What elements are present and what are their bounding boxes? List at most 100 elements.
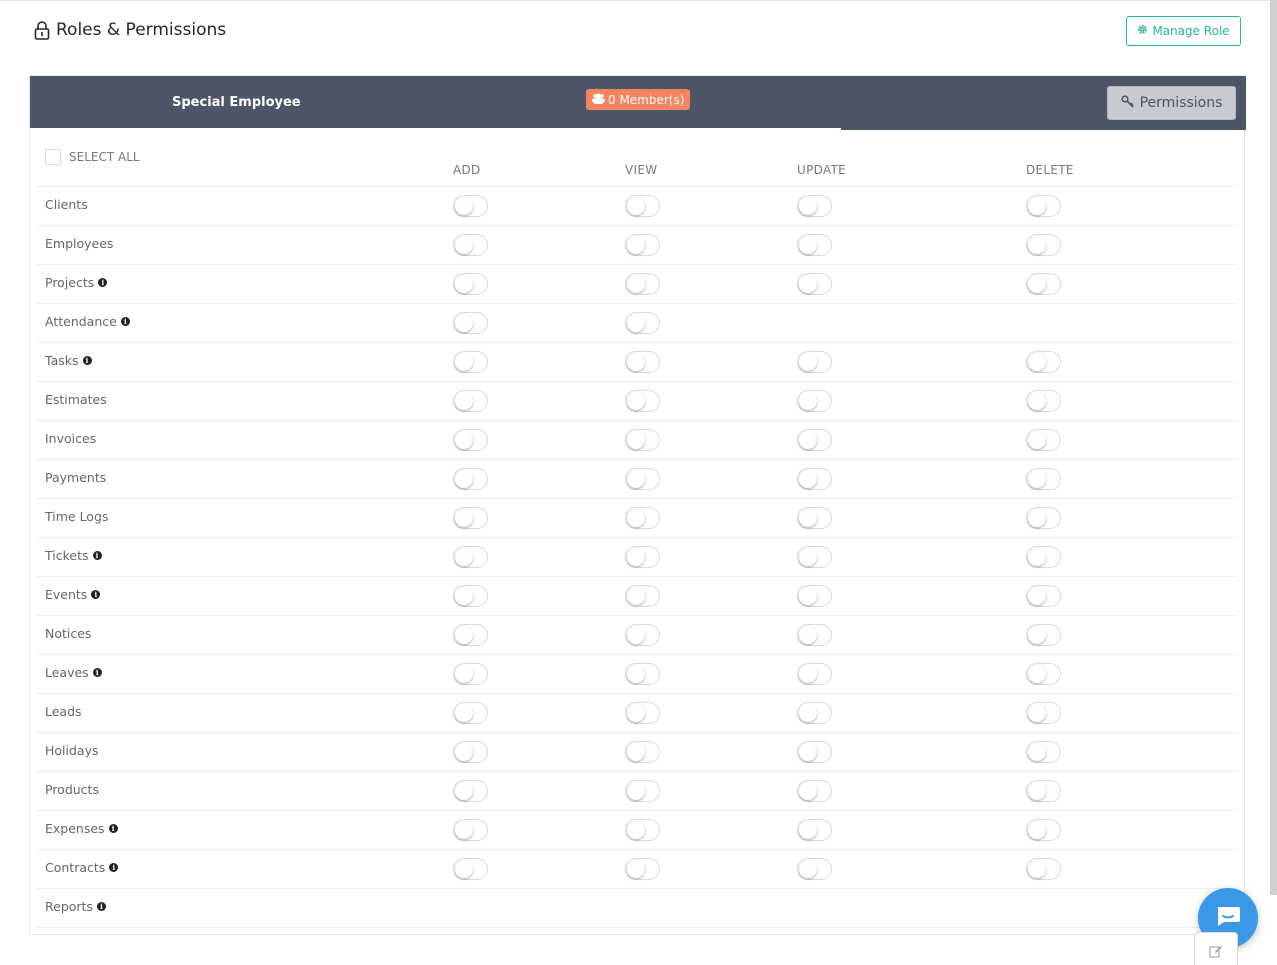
toggle-delete[interactable] <box>1026 780 1061 802</box>
info-icon[interactable]: i <box>120 317 130 326</box>
toggle-view[interactable] <box>625 585 660 607</box>
toggle-update[interactable] <box>797 819 832 841</box>
toggle-delete[interactable] <box>1026 195 1061 217</box>
toggle-delete[interactable] <box>1026 546 1061 568</box>
info-icon[interactable]: i <box>109 863 119 872</box>
toggle-add[interactable] <box>453 507 488 529</box>
table-row: Invoices <box>37 421 1238 460</box>
toggle-add[interactable] <box>453 585 488 607</box>
toggle-delete[interactable] <box>1026 351 1061 373</box>
info-icon[interactable]: i <box>98 278 108 287</box>
module-label: Expenses i <box>45 821 118 836</box>
toggle-add[interactable] <box>453 663 488 685</box>
toggle-delete[interactable] <box>1026 624 1061 646</box>
toggle-view[interactable] <box>625 351 660 373</box>
toggle-add[interactable] <box>453 273 488 295</box>
toggle-add[interactable] <box>453 390 488 412</box>
toggle-view[interactable] <box>625 429 660 451</box>
toggle-view[interactable] <box>625 546 660 568</box>
table-row: Leads <box>37 694 1238 733</box>
toggle-delete[interactable] <box>1026 507 1061 529</box>
toggle-view[interactable] <box>625 858 660 880</box>
permissions-button[interactable]: Permissions <box>1107 86 1236 120</box>
toggle-view[interactable] <box>625 468 660 490</box>
toggle-add[interactable] <box>453 780 488 802</box>
info-icon[interactable]: i <box>92 551 102 560</box>
toggle-update[interactable] <box>797 663 832 685</box>
toggle-update[interactable] <box>797 429 832 451</box>
toggle-view[interactable] <box>625 390 660 412</box>
manage-role-button[interactable]: Manage Role <box>1126 16 1241 46</box>
table-row: Events i <box>37 577 1238 616</box>
toggle-add[interactable] <box>453 819 488 841</box>
edit-note-widget[interactable] <box>1194 932 1238 965</box>
info-icon[interactable]: i <box>96 902 106 911</box>
info-icon[interactable]: i <box>91 590 101 599</box>
toggle-view[interactable] <box>625 195 660 217</box>
toggle-delete[interactable] <box>1026 273 1061 295</box>
toggle-update[interactable] <box>797 780 832 802</box>
toggle-update[interactable] <box>797 624 832 646</box>
toggle-delete[interactable] <box>1026 819 1061 841</box>
toggle-add[interactable] <box>453 312 488 334</box>
toggle-delete[interactable] <box>1026 858 1061 880</box>
toggle-update[interactable] <box>797 585 832 607</box>
toggle-add[interactable] <box>453 234 488 256</box>
toggle-update[interactable] <box>797 195 832 217</box>
toggle-add[interactable] <box>453 741 488 763</box>
toggle-view[interactable] <box>625 234 660 256</box>
page-scrollbar[interactable] <box>1270 0 1277 895</box>
toggle-add[interactable] <box>453 624 488 646</box>
toggle-delete[interactable] <box>1026 585 1061 607</box>
toggle-update[interactable] <box>797 858 832 880</box>
toggle-update[interactable] <box>797 546 832 568</box>
module-label: Reports i <box>45 899 106 914</box>
select-all-checkbox[interactable] <box>45 149 61 165</box>
toggle-add[interactable] <box>453 429 488 451</box>
toggle-add[interactable] <box>453 702 488 724</box>
toggle-view[interactable] <box>625 663 660 685</box>
toggle-update[interactable] <box>797 702 832 724</box>
toggle-add[interactable] <box>453 351 488 373</box>
toggle-update[interactable] <box>797 234 832 256</box>
module-label: Projects i <box>45 275 108 290</box>
toggle-view[interactable] <box>625 312 660 334</box>
select-all[interactable]: SELECT ALL <box>45 149 140 165</box>
toggle-update[interactable] <box>797 351 832 373</box>
toggle-view[interactable] <box>625 819 660 841</box>
toggle-delete[interactable] <box>1026 741 1061 763</box>
toggle-delete[interactable] <box>1026 429 1061 451</box>
toggle-delete[interactable] <box>1026 663 1061 685</box>
toggle-update[interactable] <box>797 507 832 529</box>
toggle-view[interactable] <box>625 273 660 295</box>
toggle-update[interactable] <box>797 468 832 490</box>
toggle-delete[interactable] <box>1026 390 1061 412</box>
info-icon[interactable]: i <box>82 356 92 365</box>
module-name: Tickets <box>45 548 89 563</box>
manage-role-label: Manage Role <box>1152 24 1230 38</box>
toggle-view[interactable] <box>625 780 660 802</box>
toggle-update[interactable] <box>797 273 832 295</box>
toggle-view[interactable] <box>625 624 660 646</box>
members-badge[interactable]: 0 Member(s) <box>586 89 691 110</box>
toggle-add[interactable] <box>453 195 488 217</box>
toggle-update[interactable] <box>797 390 832 412</box>
info-icon[interactable]: i <box>108 824 118 833</box>
module-label: Tickets i <box>45 548 102 563</box>
column-header-delete: DELETE <box>1026 163 1074 177</box>
toggle-delete[interactable] <box>1026 468 1061 490</box>
toggle-delete[interactable] <box>1026 234 1061 256</box>
toggle-add[interactable] <box>453 546 488 568</box>
toggle-update[interactable] <box>797 741 832 763</box>
module-label: Notices <box>45 626 91 641</box>
toggle-add[interactable] <box>453 468 488 490</box>
toggle-view[interactable] <box>625 507 660 529</box>
top-divider <box>0 0 1270 1</box>
toggle-delete[interactable] <box>1026 702 1061 724</box>
toggle-view[interactable] <box>625 702 660 724</box>
gear-icon <box>1137 24 1148 38</box>
info-icon[interactable]: i <box>92 668 102 677</box>
toggle-view[interactable] <box>625 741 660 763</box>
toggle-add[interactable] <box>453 858 488 880</box>
module-name: Reports <box>45 899 93 914</box>
